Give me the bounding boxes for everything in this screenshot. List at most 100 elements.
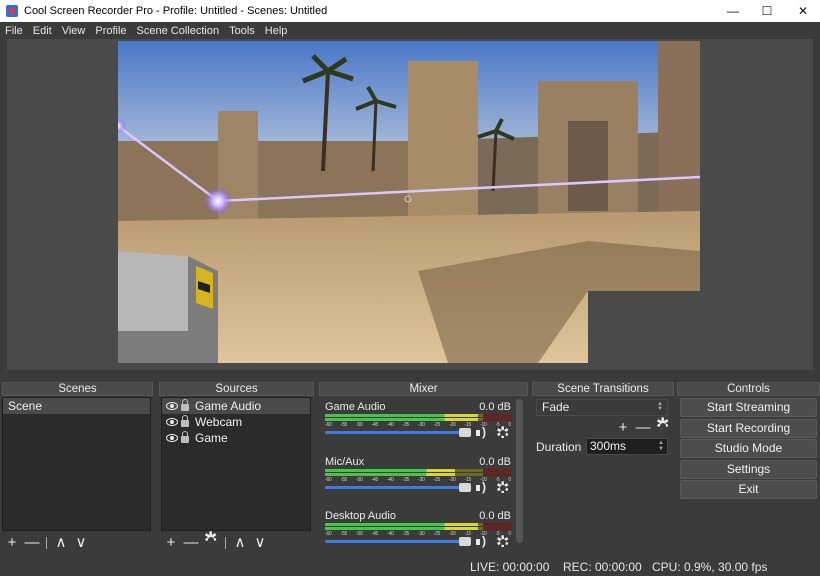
studio-mode-button[interactable]: Studio Mode [680, 439, 817, 458]
meter-tick-label: -35 [402, 531, 410, 537]
meter-tick-label: -20 [449, 422, 456, 428]
source-label: Game Audio [195, 399, 262, 413]
preview-area[interactable] [7, 39, 813, 370]
gear-icon[interactable] [496, 532, 510, 552]
meter-tick-label: -20 [449, 477, 456, 483]
scene-item[interactable]: Scene [3, 398, 150, 414]
source-item-game[interactable]: Game [162, 430, 310, 446]
meter-level [325, 418, 478, 421]
spin-arrows-icon[interactable]: ▲ ▼ [656, 440, 666, 453]
move-source-up-button[interactable]: ∧ [230, 534, 250, 552]
speaker-icon[interactable] [476, 425, 490, 439]
remove-source-button[interactable]: — [181, 534, 201, 552]
lock-icon[interactable] [181, 415, 189, 427]
menu-file[interactable]: File [0, 25, 28, 37]
meter-tick-label: -55 [340, 477, 348, 483]
mixer-channel-mic-aux: Mic/Aux 0.0 dB -60 -55 -50 -45 -40 -35 -30 -25 -… [325, 456, 513, 508]
meter-tick-label: -35 [402, 477, 410, 483]
start-recording-button[interactable]: Start Recording [680, 419, 817, 438]
meter-tick-label: -55 [340, 531, 348, 537]
gear-icon[interactable] [496, 478, 510, 498]
mixer-scrollbar[interactable] [516, 399, 523, 543]
volume-meter [325, 473, 511, 476]
scenes-header: Scenes [2, 382, 153, 396]
menu-help[interactable]: Help [260, 25, 293, 37]
add-source-button[interactable]: + [161, 534, 181, 552]
volume-slider-handle[interactable] [459, 483, 471, 492]
settings-button[interactable]: Settings [680, 460, 817, 479]
eye-icon[interactable] [166, 418, 178, 426]
exit-button[interactable]: Exit [680, 480, 817, 499]
volume-slider[interactable] [325, 431, 471, 434]
channel-db: 0.0 dB [479, 401, 511, 413]
channel-name: Desktop Audio [325, 510, 396, 522]
speaker-icon[interactable] [476, 480, 490, 494]
volume-meter [325, 527, 511, 530]
channel-name: Game Audio [325, 401, 386, 413]
gear-icon[interactable] [496, 423, 510, 443]
transition-properties-button[interactable] [653, 416, 673, 438]
lock-icon[interactable] [181, 399, 189, 411]
spin-arrows-icon[interactable]: ▲ ▼ [655, 401, 665, 413]
gear-icon [204, 530, 218, 548]
meter-tick-label: -50 [356, 531, 363, 537]
gear-icon [656, 416, 670, 434]
source-label: Game [195, 431, 228, 445]
menu-scene-collection[interactable]: Scene Collection [132, 25, 225, 37]
meter-tick-label: -55 [340, 422, 348, 428]
cpu-fps-readout: CPU: 0.9%, 30.00 fps [652, 560, 768, 574]
meter-tick-label: -50 [356, 477, 363, 483]
sources-header: Sources [159, 382, 314, 396]
meter-tick-label: -50 [356, 422, 363, 428]
meter-tick-label: -45 [371, 422, 379, 428]
maximize-button[interactable]: ☐ [750, 0, 784, 22]
volume-slider[interactable] [325, 486, 471, 489]
transition-selected-value: Fade [542, 400, 570, 414]
transition-tools: + — [613, 416, 673, 438]
speaker-icon[interactable] [476, 534, 490, 548]
rec-timer: REC: 00:00:00 [563, 560, 642, 574]
eye-icon[interactable] [166, 402, 178, 410]
volume-slider-handle[interactable] [459, 428, 471, 437]
source-label: Webcam [195, 415, 243, 429]
volume-slider-handle[interactable] [459, 537, 471, 546]
meter-tick-label: -40 [387, 531, 394, 537]
meter-tick-label: -30 [418, 531, 425, 537]
meter-level [325, 414, 478, 417]
lock-icon[interactable] [181, 431, 189, 443]
title-bar: Cool Screen Recorder Pro - Profile: Unti… [0, 0, 820, 22]
menu-tools[interactable]: Tools [224, 25, 260, 37]
move-scene-down-button[interactable]: ∨ [71, 534, 91, 552]
meter-tick-label: -45 [371, 477, 379, 483]
meter-tick-label: -60 [325, 477, 332, 483]
menu-view[interactable]: View [57, 25, 91, 37]
menu-profile[interactable]: Profile [90, 25, 131, 37]
move-source-down-button[interactable]: ∨ [250, 534, 270, 552]
move-scene-up-button[interactable]: ∧ [51, 534, 71, 552]
start-streaming-button[interactable]: Start Streaming [680, 398, 817, 417]
menu-edit[interactable]: Edit [28, 25, 57, 37]
close-button[interactable]: ✕ [786, 0, 820, 22]
eye-icon[interactable] [166, 434, 178, 442]
preview-game-image[interactable] [118, 41, 700, 363]
add-transition-button[interactable]: + [613, 419, 633, 437]
volume-slider[interactable] [325, 540, 471, 543]
duration-value: 300ms [590, 439, 627, 453]
source-properties-button[interactable] [201, 530, 221, 552]
source-item-game-audio[interactable]: Game Audio [162, 398, 310, 414]
sources-list[interactable]: Game Audio Webcam Game [161, 397, 311, 531]
meter-tick-label: -20 [449, 531, 456, 537]
add-scene-button[interactable]: + [2, 534, 22, 552]
remove-transition-button[interactable]: — [633, 419, 653, 437]
channel-name: Mic/Aux [325, 456, 365, 468]
scenes-list[interactable]: Scene [2, 397, 151, 531]
volume-meter [325, 414, 511, 417]
remove-scene-button[interactable]: — [22, 534, 42, 552]
source-item-webcam[interactable]: Webcam [162, 414, 310, 430]
meter-level [325, 523, 478, 526]
duration-input[interactable]: 300ms ▲ ▼ [586, 438, 668, 455]
transition-select[interactable]: Fade ▲ ▼ [536, 399, 668, 416]
mixer-header: Mixer [319, 382, 528, 396]
minimize-button[interactable]: — [716, 0, 750, 22]
meter-tick-label: -45 [371, 531, 379, 537]
